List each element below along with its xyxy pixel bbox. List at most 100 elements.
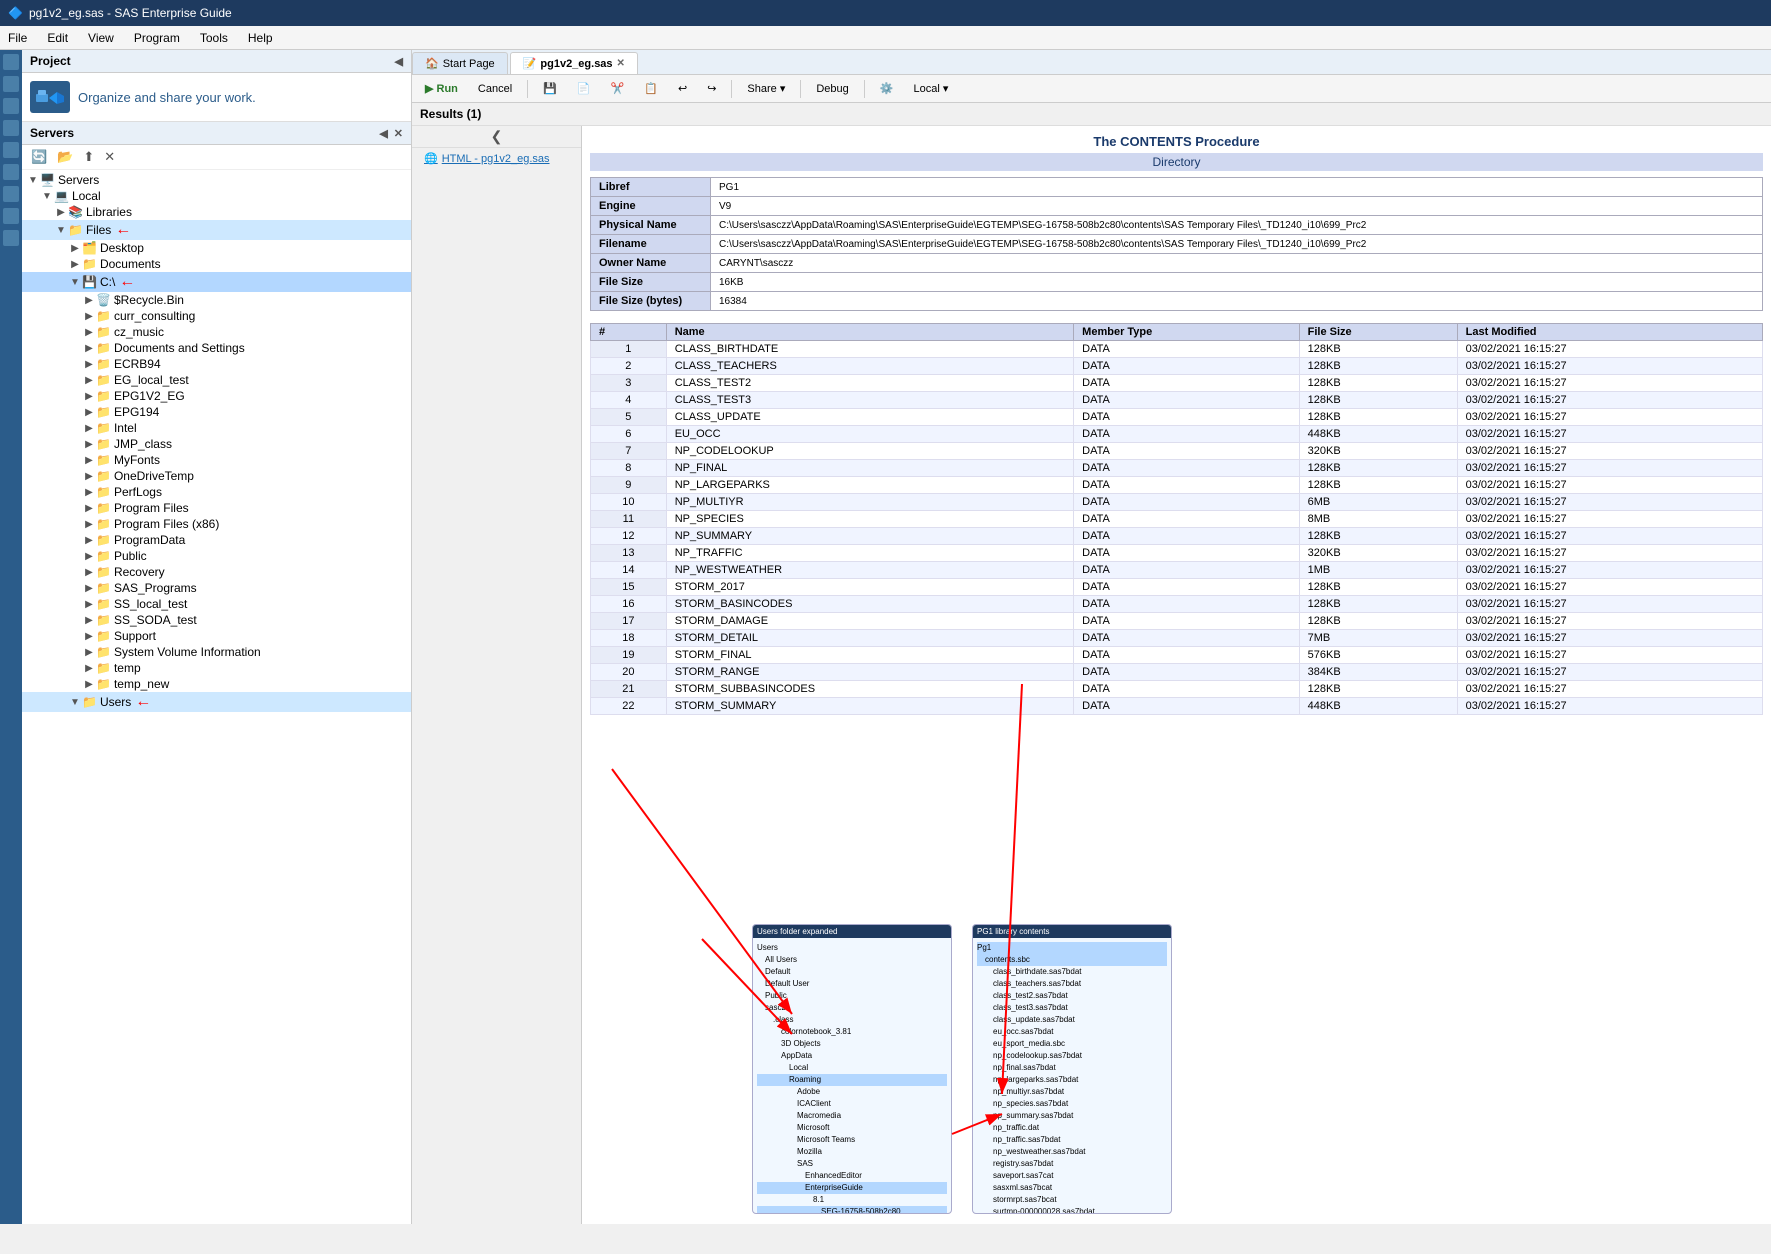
servers-btn-3[interactable]: ⬆ [80,148,97,166]
tree-local[interactable]: ▼ 💻 Local [22,188,411,204]
table-cell: 03/02/2021 16:15:27 [1457,664,1762,681]
tree-myfonts[interactable]: ▶ 📁 MyFonts [22,452,411,468]
table-cell: 15 [591,579,667,596]
tree-recovery[interactable]: ▶ 📁 Recovery [22,564,411,580]
tree-desktop[interactable]: ▶ 🗂️ Desktop [22,240,411,256]
paste-btn[interactable]: 📋 [637,80,665,97]
menu-view[interactable]: View [84,29,118,47]
toolbar-sep-1 [527,80,528,98]
tab-start-page[interactable]: 🏠 Start Page [412,52,508,74]
table-cell: 03/02/2021 16:15:27 [1457,494,1762,511]
tree-ss-local-test[interactable]: ▶ 📁 SS_local_test [22,596,411,612]
table-cell: NP_SPECIES [666,511,1073,528]
servers-btn-1[interactable]: 🔄 [28,148,50,166]
menu-edit[interactable]: Edit [43,29,72,47]
local-btn[interactable]: Local ▾ [906,80,955,97]
servers-collapse-icon[interactable]: ◀ [379,127,387,140]
tree-servers[interactable]: ▼ 🖥️ Servers [22,172,411,188]
side-icon-2[interactable] [3,76,19,92]
menu-program[interactable]: Program [130,29,184,47]
tree-cz-music[interactable]: ▶ 📁 cz_music [22,324,411,340]
tree-onedrivetemp[interactable]: ▶ 📁 OneDriveTemp [22,468,411,484]
cut-btn[interactable]: ✂️ [604,80,632,97]
tree-c-drive-label: C:\ [100,275,115,289]
diagram-pg1-files: PG1 library contents Pg1contents.sbcclas… [972,924,1172,1214]
cancel-button[interactable]: Cancel [471,81,519,97]
tree-files[interactable]: ▼ 📁 Files ← [22,220,411,240]
list-item: class_teachers.sas7bdat [977,978,1167,990]
tree-temp[interactable]: ▶ 📁 temp [22,660,411,676]
tree-eg-local-test[interactable]: ▶ 📁 EG_local_test [22,372,411,388]
tab-pg1v2-close[interactable]: ✕ [617,58,625,69]
code-toolbar: ▶ Run Cancel 💾 📄 ✂️ 📋 ↩ ↪ Share ▾ Debug … [412,75,1771,103]
tree-libraries[interactable]: ▶ 📚 Libraries [22,204,411,220]
tree-public[interactable]: ▶ 📁 Public [22,548,411,564]
project-collapse-icon[interactable]: ◀ [395,55,403,68]
side-icon-5[interactable] [3,142,19,158]
tree-support[interactable]: ▶ 📁 Support [22,628,411,644]
menu-tools[interactable]: Tools [196,29,232,47]
menu-file[interactable]: File [4,29,31,47]
tree-curr-consulting[interactable]: ▶ 📁 curr_consulting [22,308,411,324]
tree-intel[interactable]: ▶ 📁 Intel [22,420,411,436]
diagram2-header: PG1 library contents [973,925,1171,938]
side-icon-7[interactable] [3,186,19,202]
menu-help[interactable]: Help [244,29,277,47]
copy-btn[interactable]: 📄 [570,80,598,97]
undo-btn[interactable]: ↩ [671,80,694,97]
table-cell: 18 [591,630,667,647]
html-result-link[interactable]: 🌐 HTML - pg1v2_eg.sas [412,148,581,169]
share-btn[interactable]: Share ▾ [740,80,792,97]
save-btn[interactable]: 💾 [536,80,564,97]
tree-programdata[interactable]: ▶ 📁 ProgramData [22,532,411,548]
tree-recycle[interactable]: ▶ 🗑️ $Recycle.Bin [22,292,411,308]
redo-btn[interactable]: ↪ [700,80,723,97]
collapse-arrow[interactable]: ❮ [412,126,581,148]
tree-program-files[interactable]: ▶ 📁 Program Files [22,500,411,516]
side-icon-4[interactable] [3,120,19,136]
tree-programdata-label: ProgramData [114,533,185,547]
table-cell: DATA [1074,443,1299,460]
servers-btn-2[interactable]: 📂 [54,148,76,166]
table-cell: 128KB [1299,528,1457,545]
tree-temp-new[interactable]: ▶ 📁 temp_new [22,676,411,692]
tree-perflogs[interactable]: ▶ 📁 PerfLogs [22,484,411,500]
tree-sysvolinfo[interactable]: ▶ 📁 System Volume Information [22,644,411,660]
table-cell: CLASS_TEST2 [666,375,1073,392]
table-cell: CLASS_UPDATE [666,409,1073,426]
table-cell: 03/02/2021 16:15:27 [1457,613,1762,630]
info-key: Filename [591,235,711,254]
tree-program-files-x86[interactable]: ▶ 📁 Program Files (x86) [22,516,411,532]
table-cell: 03/02/2021 16:15:27 [1457,511,1762,528]
side-icon-8[interactable] [3,208,19,224]
tree-jmp-class[interactable]: ▶ 📁 JMP_class [22,436,411,452]
side-icon-1[interactable] [3,54,19,70]
table-cell: 128KB [1299,341,1457,358]
tree-users[interactable]: ▼ 📁 Users ← [22,692,411,712]
servers-btn-4[interactable]: ✕ [101,148,118,166]
table-cell: 4 [591,392,667,409]
debug-btn[interactable]: Debug [809,81,855,97]
side-icon-6[interactable] [3,164,19,180]
tree-epg1v2-eg[interactable]: ▶ 📁 EPG1V2_EG [22,388,411,404]
users-icon: 📁 [82,695,97,709]
tree-c-drive[interactable]: ▼ 💾 C:\ ← [22,272,411,292]
tree-sas-programs[interactable]: ▶ 📁 SAS_Programs [22,580,411,596]
side-icon-3[interactable] [3,98,19,114]
servers-close-icon[interactable]: ✕ [394,127,403,140]
tree-documents[interactable]: ▶ 📁 Documents [22,256,411,272]
table-cell: 2 [591,358,667,375]
tree-docs-settings[interactable]: ▶ 📁 Documents and Settings [22,340,411,356]
side-icon-9[interactable] [3,230,19,246]
run-button[interactable]: ▶ Run [418,80,465,97]
tree-ss-soda-test[interactable]: ▶ 📁 SS_SODA_test [22,612,411,628]
organize-section: Organize and share your work. [22,73,411,122]
ss-soda-test-icon: 📁 [96,613,111,627]
table-cell: DATA [1074,358,1299,375]
table-cell: 03/02/2021 16:15:27 [1457,477,1762,494]
tree-epg194[interactable]: ▶ 📁 EPG194 [22,404,411,420]
tab-pg1v2[interactable]: 📝 pg1v2_eg.sas ✕ [510,52,638,74]
tree-ecrb94[interactable]: ▶ 📁 ECRB94 [22,356,411,372]
tree-intel-label: Intel [114,421,137,435]
gear-btn[interactable]: ⚙️ [873,80,901,97]
